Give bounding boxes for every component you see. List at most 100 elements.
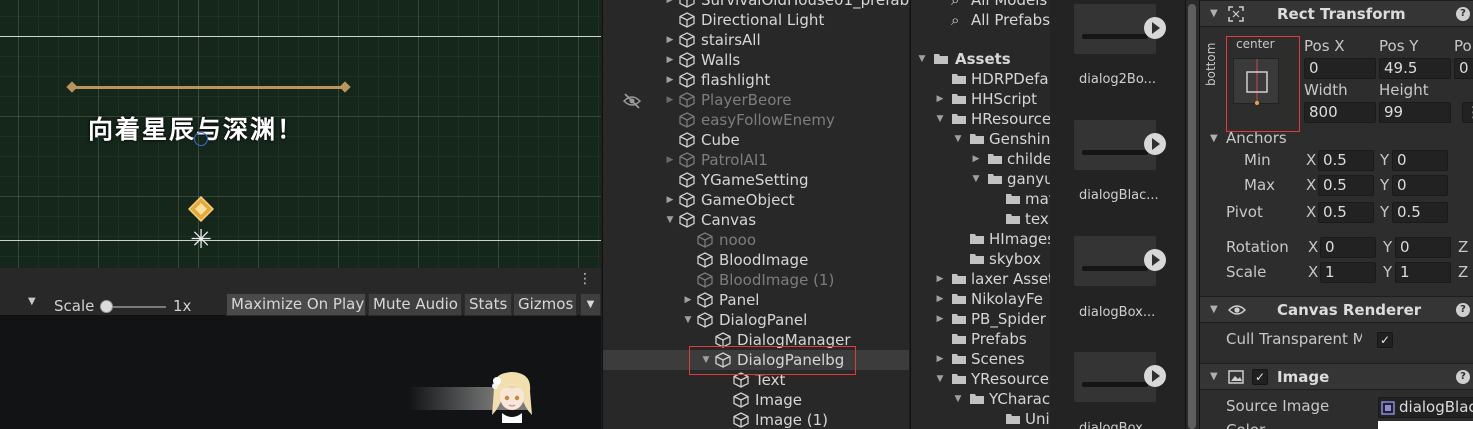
cull-transparent-checkbox[interactable]: ✓: [1377, 332, 1393, 348]
hierarchy-item[interactable]: ▶ SurvivalOldHouse01_prefab: [603, 0, 909, 10]
hierarchy-item[interactable]: ▶ Panel: [603, 290, 909, 310]
scale-y-field[interactable]: 1: [1395, 262, 1451, 283]
play-icon[interactable]: [1144, 249, 1166, 271]
highlight-annotation: [689, 346, 856, 375]
scene-view[interactable]: 向着星辰与深渊！ ✳: [0, 0, 601, 268]
help-icon[interactable]: ?: [1456, 303, 1470, 317]
expand-arrow-icon[interactable]: ▶: [665, 30, 675, 50]
anchor-max-y-field[interactable]: 0: [1392, 175, 1448, 196]
y-axis-label: Y: [1383, 238, 1393, 256]
expand-arrow-icon[interactable]: ▶: [935, 309, 945, 329]
color-swatch[interactable]: [1378, 421, 1473, 429]
hierarchy-item[interactable]: Cube: [603, 130, 909, 150]
canvas-renderer-header[interactable]: ▼ Canvas Renderer ?: [1200, 296, 1473, 323]
collapse-arrow-icon[interactable]: ▼: [665, 210, 675, 230]
collapse-arrow-icon[interactable]: ▼: [953, 389, 963, 409]
expand-arrow-icon[interactable]: ▶: [935, 89, 945, 109]
rect-transform-header[interactable]: ▼ Rect Transform ?: [1200, 0, 1473, 27]
hierarchy-item[interactable]: ▶ stairsAll: [603, 30, 909, 50]
width-field[interactable]: 800: [1304, 102, 1376, 123]
asset-label[interactable]: dialogBox...: [1079, 305, 1179, 320]
hierarchy-item[interactable]: BloodImage (1): [603, 270, 909, 290]
expand-arrow-icon[interactable]: ▶: [935, 269, 945, 289]
image-enabled-checkbox[interactable]: ✓: [1252, 369, 1268, 385]
expand-arrow-icon[interactable]: ▶: [665, 70, 675, 90]
scrollbar-thumb[interactable]: [1188, 4, 1196, 429]
collapse-arrow-icon[interactable]: ▼: [1210, 133, 1218, 144]
anchor-max-x-field[interactable]: 0.5: [1318, 175, 1374, 196]
rotation-x-field[interactable]: 0: [1320, 237, 1376, 258]
hierarchy-item[interactable]: Directional Light: [603, 10, 909, 30]
play-icon[interactable]: [1144, 17, 1166, 39]
collapse-arrow-icon[interactable]: ▼: [1210, 8, 1218, 19]
expand-arrow-icon[interactable]: ▶: [665, 50, 675, 70]
anchor-min-x-field[interactable]: 0.5: [1318, 150, 1374, 171]
raw-edit-button[interactable]: ⋮: [1462, 102, 1473, 123]
collapse-arrow-icon[interactable]: ▼: [917, 49, 927, 69]
asset-label[interactable]: dialogBlac...: [1079, 188, 1179, 203]
hierarchy-item[interactable]: ▶ flashlight: [603, 70, 909, 90]
expand-arrow-icon[interactable]: ▶: [935, 349, 945, 369]
hierarchy-item[interactable]: ▶ PlayerBeore: [603, 90, 909, 110]
collapse-arrow-icon[interactable]: ▼: [935, 109, 945, 129]
hierarchy-item[interactable]: BloodImage: [603, 250, 909, 270]
image-component-header[interactable]: ▼ ✓ Image ?: [1200, 363, 1473, 390]
pos-z-field[interactable]: 0: [1454, 58, 1473, 79]
hierarchy-item[interactable]: ▼ DialogPanel: [603, 310, 909, 330]
display-dropdown-icon[interactable]: ▼: [28, 296, 36, 307]
collapse-arrow-icon[interactable]: ▼: [1210, 371, 1218, 382]
hierarchy-item[interactable]: ▶ Walls: [603, 50, 909, 70]
expand-arrow-icon[interactable]: ▶: [935, 289, 945, 309]
scale-slider[interactable]: [104, 306, 166, 308]
collapse-arrow-icon[interactable]: ▼: [935, 369, 945, 389]
expand-arrow-icon[interactable]: ▶: [665, 190, 675, 210]
rotation-y-field[interactable]: 0: [1395, 237, 1451, 258]
help-icon[interactable]: ?: [1456, 7, 1470, 21]
expand-arrow-icon[interactable]: ▶: [665, 0, 675, 10]
pos-x-field[interactable]: 0: [1304, 58, 1376, 79]
hierarchy-item[interactable]: ▶ PatrolAI1: [603, 150, 909, 170]
y-axis-label: Y: [1380, 176, 1390, 194]
dialog-decoration-bar: [72, 86, 345, 89]
help-icon[interactable]: ?: [1456, 370, 1470, 384]
stats-button[interactable]: Stats: [464, 293, 512, 316]
mute-audio-button[interactable]: Mute Audio: [368, 293, 462, 316]
play-icon[interactable]: [1144, 365, 1166, 387]
eye-icon: [1228, 305, 1246, 315]
collapse-arrow-icon[interactable]: ▼: [1210, 304, 1218, 315]
collapse-arrow-icon[interactable]: ▼: [683, 310, 693, 330]
gizmos-button[interactable]: Gizmos: [513, 293, 577, 316]
more-options-icon[interactable]: ⋮: [578, 272, 592, 286]
expand-arrow-icon[interactable]: ▶: [665, 150, 675, 170]
asset-label[interactable]: dialogBox...: [1079, 421, 1179, 429]
hierarchy-item-label: flashlight: [701, 71, 771, 89]
collapse-arrow-icon[interactable]: ▼: [953, 129, 963, 149]
hierarchy-item[interactable]: Image: [603, 390, 909, 410]
pivot-x-field[interactable]: 0.5: [1318, 202, 1374, 223]
scale-x-field[interactable]: 1: [1320, 262, 1376, 283]
gizmos-dropdown-icon[interactable]: ▼: [580, 293, 601, 316]
hierarchy-item[interactable]: ▼ Canvas: [603, 210, 909, 230]
hierarchy-item[interactable]: nooo: [603, 230, 909, 250]
scale-slider-handle[interactable]: [100, 300, 113, 313]
pivot-y-field[interactable]: 0.5: [1392, 202, 1448, 223]
expand-arrow-icon[interactable]: ▶: [683, 290, 693, 310]
expand-arrow-icon[interactable]: ▶: [971, 149, 981, 169]
visibility-hidden-icon[interactable]: [622, 92, 642, 110]
play-icon[interactable]: [1144, 133, 1166, 155]
collapse-arrow-icon[interactable]: ▼: [971, 169, 981, 189]
game-view[interactable]: [0, 316, 601, 429]
anchor-presets-button[interactable]: [1233, 58, 1279, 105]
hierarchy-item[interactable]: YGameSetting: [603, 170, 909, 190]
hierarchy-item[interactable]: ▶ GameObject: [603, 190, 909, 210]
height-field[interactable]: 99: [1379, 102, 1451, 123]
rect-pivot-handle[interactable]: [194, 132, 208, 146]
expand-arrow-icon[interactable]: ▶: [665, 90, 675, 110]
hierarchy-item[interactable]: easyFollowEnemy: [603, 110, 909, 130]
maximize-on-play-button[interactable]: Maximize On Play: [226, 293, 366, 316]
asset-label[interactable]: dialog2Bo...: [1079, 72, 1179, 87]
pos-y-field[interactable]: 49.5: [1379, 58, 1451, 79]
hierarchy-item[interactable]: Image (1): [603, 410, 909, 429]
pos-x-label: Pos X: [1304, 37, 1345, 55]
anchor-min-y-field[interactable]: 0: [1392, 150, 1448, 171]
